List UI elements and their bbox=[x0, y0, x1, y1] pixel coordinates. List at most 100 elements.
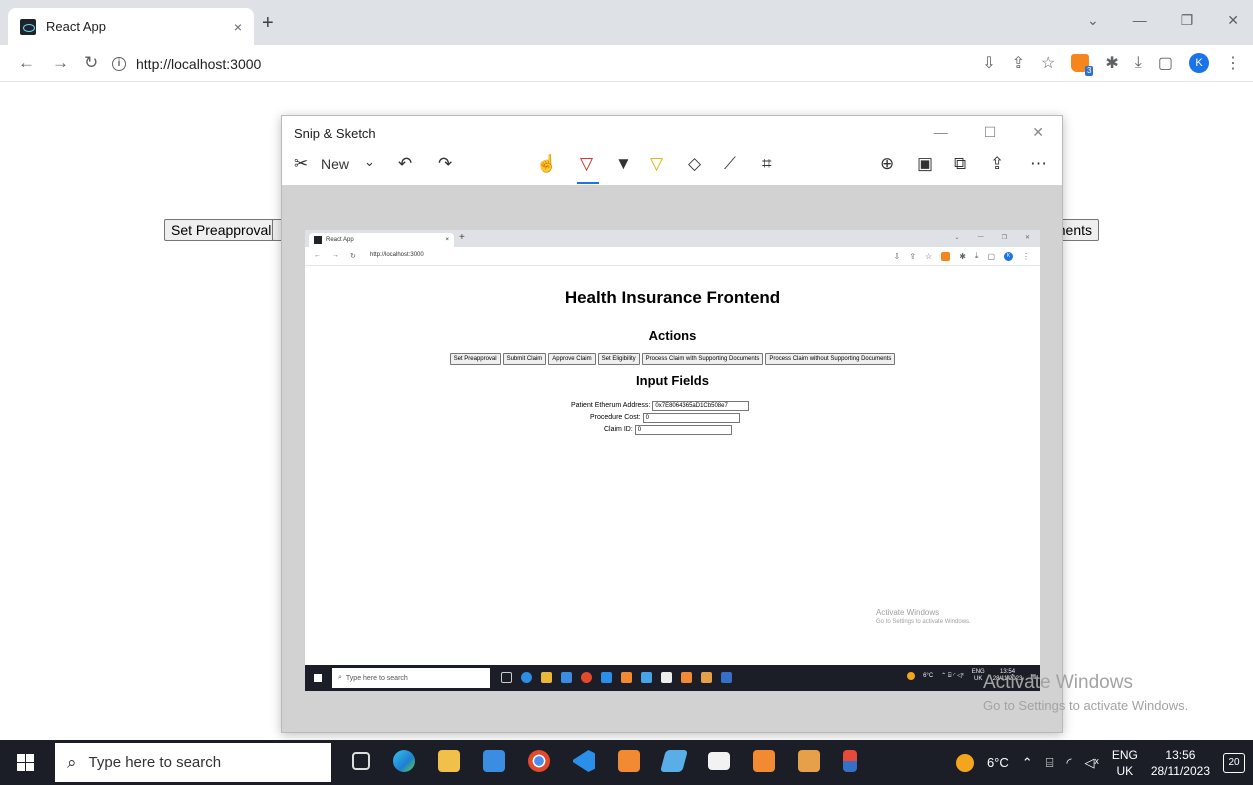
captured-store-icon bbox=[561, 672, 572, 683]
clock[interactable]: 13:56 28/11/2023 bbox=[1151, 747, 1210, 779]
reload-icon[interactable]: ↻ bbox=[84, 53, 98, 73]
window-controls: ⌄ — ❐ ✕ bbox=[1087, 12, 1239, 29]
new-snip-button[interactable]: New bbox=[321, 156, 349, 172]
weather-temp[interactable]: 6°C bbox=[987, 755, 1009, 770]
captured-star-icon: ☆ bbox=[925, 251, 933, 261]
menu-kebab-icon[interactable]: ⋮ bbox=[1225, 53, 1241, 73]
tray-overflow-icon[interactable]: ⌃ bbox=[1022, 755, 1033, 771]
captured-metamask-app-icon bbox=[621, 672, 632, 683]
package-box-icon[interactable] bbox=[798, 750, 820, 772]
close-icon[interactable]: ✕ bbox=[1227, 12, 1239, 29]
eraser-icon[interactable]: ◇ bbox=[688, 154, 701, 174]
clock-date: 28/11/2023 bbox=[1150, 763, 1210, 778]
vscode-icon[interactable] bbox=[573, 750, 595, 772]
captured-react-icon bbox=[314, 236, 322, 244]
activation-watermark: Activate Windows Go to Settings to activ… bbox=[983, 672, 1188, 713]
minimize-icon[interactable]: — bbox=[1133, 12, 1147, 29]
pencil-icon[interactable]: ▼ bbox=[615, 154, 632, 174]
new-snip-icon[interactable]: ✂ bbox=[294, 154, 308, 174]
captured-terminal-icon bbox=[661, 672, 672, 683]
touch-writing-icon[interactable]: ☝ bbox=[536, 154, 557, 174]
patient-address-row: Patient Etherum Address: 0x7E8064365aD1C… bbox=[571, 400, 750, 411]
metamask-extension-icon[interactable]: 3 bbox=[1071, 54, 1094, 76]
file-explorer-icon[interactable] bbox=[438, 750, 460, 772]
captured-weather-icon bbox=[907, 672, 916, 680]
tab-close-icon[interactable]: × bbox=[234, 19, 242, 35]
crop-icon[interactable]: ⌗ bbox=[762, 154, 772, 174]
claim-id-input: 0 bbox=[634, 424, 732, 435]
tab-search-icon[interactable]: ⌄ bbox=[1087, 12, 1099, 29]
snip-close-icon[interactable]: ✕ bbox=[1032, 124, 1044, 141]
downloads-icon[interactable]: ⤓ bbox=[1135, 54, 1142, 72]
forward-icon[interactable]: → bbox=[52, 53, 69, 73]
patient-address-input: 0x7E8064365aD1Cb508e7 bbox=[652, 400, 750, 411]
captured-edge-icon bbox=[521, 672, 532, 683]
more-options-icon[interactable]: ⋯ bbox=[1030, 154, 1047, 174]
notes-app-icon[interactable] bbox=[660, 750, 688, 772]
ballpoint-pen-icon[interactable]: ▽ bbox=[580, 154, 593, 174]
activate-subtitle: Go to Settings to activate Windows. bbox=[983, 698, 1189, 713]
captured-panel-icon: ▢ bbox=[987, 251, 995, 261]
ganache-icon[interactable] bbox=[843, 750, 857, 772]
metamask-app-icon[interactable] bbox=[618, 750, 640, 772]
browser-tab[interactable]: React App × bbox=[8, 8, 254, 45]
redo-icon[interactable]: ↷ bbox=[438, 154, 452, 174]
back-icon[interactable]: ← bbox=[18, 53, 35, 73]
taskbar-apps bbox=[352, 750, 857, 772]
edge-icon[interactable] bbox=[393, 750, 415, 772]
chrome-icon[interactable] bbox=[528, 750, 550, 772]
captured-activate-subtitle: Go to Settings to activate Windows. bbox=[876, 619, 971, 625]
captured-search-icon: ⌕ bbox=[338, 674, 342, 681]
new-dropdown-chevron-icon[interactable]: ⌄ bbox=[364, 154, 375, 170]
actions-heading: Actions bbox=[648, 328, 697, 343]
network-icon[interactable]: ⌸ bbox=[1046, 755, 1054, 771]
approve-claim-button: Approve Claim bbox=[548, 353, 596, 365]
wifi-icon[interactable]: ◜ bbox=[1067, 755, 1072, 771]
browser-tabstrip: React App × + ⌄ — ❐ ✕ bbox=[0, 0, 1253, 45]
undo-icon[interactable]: ↶ bbox=[398, 154, 412, 174]
share-icon[interactable]: ⇪ bbox=[1012, 53, 1025, 73]
captured-chrome-icon bbox=[581, 672, 592, 683]
snip-maximize-icon[interactable]: ☐ bbox=[984, 124, 997, 141]
ruler-icon[interactable]: ⟋ bbox=[724, 154, 736, 174]
profile-avatar[interactable]: K bbox=[1189, 53, 1209, 73]
highlighter-icon[interactable]: ▽ bbox=[650, 154, 663, 174]
captured-forward-icon: → bbox=[332, 252, 339, 259]
metamask-app2-icon[interactable] bbox=[753, 750, 775, 772]
search-icon: ⌕ bbox=[67, 752, 77, 772]
system-tray: 6°C ⌃ ⌸ ◜ ◁ˣ ENG UK 13:56 28/11/2023 20 bbox=[955, 740, 1245, 785]
task-view-icon[interactable] bbox=[352, 752, 370, 770]
snip-minimize-icon[interactable]: — bbox=[934, 124, 948, 141]
captured-taskbar-apps bbox=[501, 672, 732, 683]
set-preapproval-button[interactable]: Set Preapproval bbox=[164, 219, 279, 241]
new-tab-button[interactable]: + bbox=[262, 12, 274, 35]
language-indicator[interactable]: ENG UK bbox=[1112, 747, 1138, 779]
taskbar-search[interactable]: ⌕ Type here to search bbox=[55, 743, 331, 782]
extensions-puzzle-icon[interactable]: ✱ bbox=[1105, 53, 1118, 73]
terminal-icon[interactable] bbox=[708, 752, 730, 770]
captured-puzzle-icon: ✱ bbox=[959, 251, 966, 261]
volume-icon[interactable]: ◁ˣ bbox=[1085, 755, 1099, 771]
address-bar[interactable]: i http://localhost:3000 bbox=[112, 49, 972, 78]
captured-url: http://localhost:3000 bbox=[370, 252, 424, 258]
windows-taskbar: ⌕ Type here to search 6°C ⌃ ⌸ ◜ ◁ˣ ENG UK… bbox=[0, 740, 1253, 785]
captured-chevron-icon: ⌄ bbox=[954, 235, 960, 241]
weather-icon[interactable] bbox=[955, 753, 974, 772]
microsoft-store-icon[interactable] bbox=[483, 750, 505, 772]
captured-download-icon: ⤓ bbox=[974, 251, 979, 260]
share-icon[interactable]: ⇪ bbox=[990, 154, 1004, 174]
captured-tab-title: React App bbox=[326, 237, 354, 243]
start-windows-icon[interactable] bbox=[17, 754, 34, 771]
snip-sketch-window: Snip & Sketch — ☐ ✕ ✂ New ⌄ ↶ ↷ ☝ ▽ ▼ ▽ … bbox=[281, 115, 1063, 733]
notification-center-icon[interactable]: 20 bbox=[1223, 752, 1245, 773]
install-icon[interactable]: ⇩ bbox=[982, 53, 995, 73]
zoom-icon[interactable]: ⊕ bbox=[880, 154, 894, 174]
side-panel-icon[interactable]: ▢ bbox=[1158, 53, 1173, 73]
captured-page: Health Insurance Frontend Actions Set Pr… bbox=[305, 266, 1040, 665]
site-info-icon[interactable]: i bbox=[112, 56, 126, 71]
patient-address-label: Patient Etherum Address: bbox=[571, 402, 651, 409]
restore-icon[interactable]: ❐ bbox=[1181, 12, 1194, 29]
bookmark-star-icon[interactable]: ☆ bbox=[1041, 53, 1055, 73]
save-icon[interactable]: ▣ bbox=[917, 154, 933, 174]
copy-icon[interactable]: ⧉ bbox=[954, 154, 966, 174]
